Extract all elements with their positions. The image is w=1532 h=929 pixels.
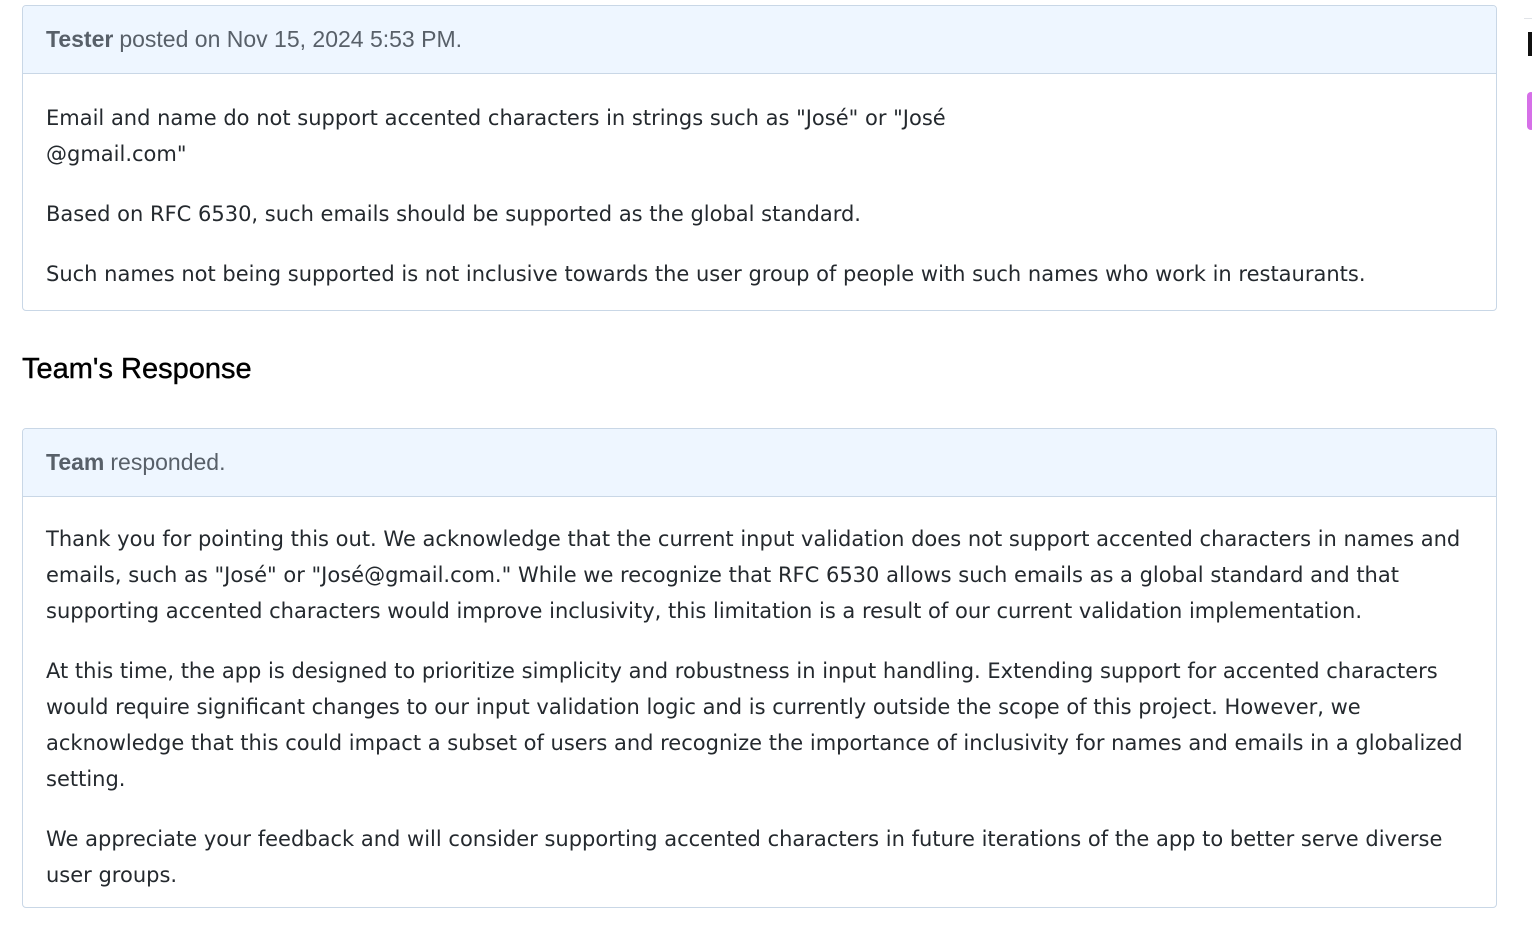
- issue-card-body: Email and name do not support accented c…: [23, 74, 1496, 310]
- issue-author: Tester: [46, 26, 114, 52]
- response-author: Team: [46, 449, 105, 475]
- issue-posted-text: posted on Nov 15, 2024 5:53 PM.: [119, 26, 463, 52]
- issue-card: Tester posted on Nov 15, 2024 5:53 PM. E…: [22, 5, 1497, 311]
- issue-card-header: Tester posted on Nov 15, 2024 5:53 PM.: [23, 6, 1496, 74]
- main-content: Tester posted on Nov 15, 2024 5:53 PM. E…: [22, 5, 1497, 908]
- response-status-text: responded.: [110, 449, 226, 475]
- issue-paragraph-2: Based on RFC 6530, such emails should be…: [46, 202, 861, 226]
- response-paragraph-2: At this time, the app is designed to pri…: [46, 659, 1463, 791]
- response-card-header: Team responded.: [23, 429, 1496, 497]
- response-paragraph-3: We appreciate your feedback and will con…: [46, 827, 1443, 887]
- response-paragraph-1: Thank you for pointing this out. We ackn…: [46, 527, 1461, 623]
- right-sidebar-edge: [1524, 0, 1532, 929]
- response-heading: Team's Response: [22, 353, 252, 385]
- sidebar-divider: [1524, 18, 1532, 19]
- response-card-body: Thank you for pointing this out. We ackn…: [23, 497, 1496, 907]
- response-card: Team responded. Thank you for pointing t…: [22, 428, 1497, 908]
- issue-paragraph-3: Such names not being supported is not in…: [46, 262, 1366, 286]
- sidebar-heading-fragment: [1528, 32, 1532, 56]
- sidebar-label-badge[interactable]: [1527, 92, 1532, 130]
- issue-paragraph-1: Email and name do not support accented c…: [46, 106, 946, 166]
